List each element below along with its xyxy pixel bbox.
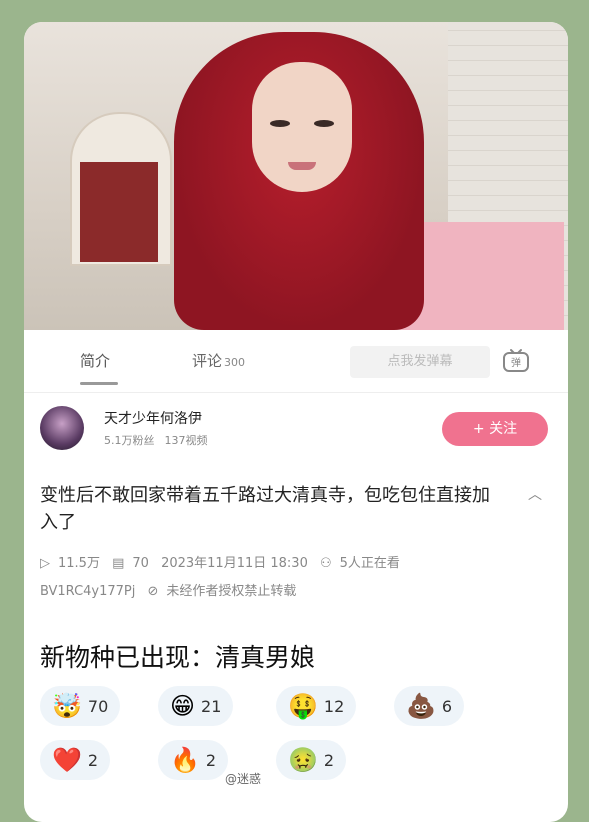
publish-datetime: 2023年11月11日 18:30 bbox=[161, 556, 308, 571]
svg-text:弹: 弹 bbox=[511, 356, 521, 369]
red-heart-icon: ❤️ bbox=[52, 746, 82, 774]
money-face-icon: 🤑 bbox=[288, 692, 318, 720]
right-eye bbox=[314, 120, 334, 127]
danmaku-count: 70 bbox=[132, 556, 149, 571]
fire-icon: 🔥 bbox=[170, 746, 200, 774]
tab-comments-label: 评论 bbox=[192, 352, 223, 370]
reaction-count: 70 bbox=[87, 696, 109, 716]
person bbox=[174, 22, 424, 330]
follow-button[interactable]: + 关注 bbox=[442, 412, 548, 446]
left-eye bbox=[270, 120, 290, 127]
tab-active-indicator bbox=[80, 382, 118, 385]
reaction-count: 2 bbox=[323, 750, 335, 770]
nauseated-face-icon: 🤢 bbox=[288, 746, 318, 774]
author-stats: 5.1万粉丝 137视频 bbox=[104, 432, 218, 448]
face bbox=[252, 62, 352, 192]
tab-comments[interactable]: 评论 300 bbox=[192, 350, 245, 371]
video-id-row: BV1RC4y177Pj ⊘ 未经作者授权禁止转载 bbox=[40, 580, 304, 599]
video-meta-row: ▷ 11.5万 ▤ 70 2023年11月11日 18:30 ⚇ 5人正在看 bbox=[40, 552, 408, 571]
tab-bar: 简介 评论 300 点我发弹幕 弹 bbox=[24, 332, 568, 393]
danmaku-icon: ▤ bbox=[112, 556, 125, 571]
mouth bbox=[288, 162, 316, 170]
video-title: 变性后不敢回家带着五千路过大清真寺，包吃包住直接加入了 bbox=[40, 485, 490, 533]
reaction-count: 12 bbox=[323, 696, 345, 716]
post-caption: 新物种已出现：清真男娘 bbox=[40, 643, 316, 672]
reaction-poo[interactable]: 💩 6 bbox=[394, 686, 465, 726]
copyright-note: 未经作者授权禁止转载 bbox=[166, 584, 297, 599]
reaction-red-heart[interactable]: ❤️ 2 bbox=[40, 740, 111, 780]
collapse-chevron-icon[interactable]: ︿ bbox=[528, 484, 542, 504]
danmaku-toggle-icon[interactable]: 弹 bbox=[502, 348, 530, 374]
author-video-count: 137视频 bbox=[164, 434, 208, 447]
video-bvid: BV1RC4y177Pj bbox=[40, 584, 136, 599]
reaction-nauseated-face[interactable]: 🤢 2 bbox=[276, 740, 347, 780]
reaction-count: 6 bbox=[441, 696, 453, 716]
reaction-exploding-head[interactable]: 🤯 70 bbox=[40, 686, 121, 726]
poo-icon: 💩 bbox=[406, 692, 436, 720]
reaction-count: 21 bbox=[201, 696, 222, 716]
reaction-fire[interactable]: 🔥 2 bbox=[158, 740, 229, 780]
author-name[interactable]: 天才少年何洛伊 bbox=[104, 408, 202, 428]
reaction-count: 2 bbox=[87, 750, 99, 770]
author-followers: 5.1万粉丝 bbox=[104, 434, 155, 447]
play-icon: ▷ bbox=[40, 556, 50, 571]
exploding-head-icon: 🤯 bbox=[52, 692, 82, 720]
watermark: @迷惑 bbox=[225, 772, 262, 786]
tab-intro[interactable]: 简介 bbox=[80, 350, 110, 371]
mosque-door bbox=[80, 162, 158, 262]
author-avatar[interactable] bbox=[40, 406, 84, 450]
reaction-count: 2 bbox=[205, 750, 217, 770]
video-player[interactable] bbox=[24, 22, 568, 330]
view-count: 11.5万 bbox=[58, 556, 100, 571]
post-card: 简介 评论 300 点我发弹幕 弹 天才少年何洛伊 5.1万粉丝 137视频 + 关… bbox=[24, 22, 568, 822]
watching-count: 5人正在看 bbox=[339, 556, 400, 571]
reaction-money-face[interactable]: 🤑 12 bbox=[276, 686, 357, 726]
reaction-grinning-face[interactable]: 😁 21 bbox=[158, 686, 234, 726]
danmaku-input[interactable]: 点我发弹幕 bbox=[350, 346, 490, 378]
tab-comments-count: 300 bbox=[224, 356, 246, 369]
viewers-icon: ⚇ bbox=[319, 556, 332, 571]
grinning-face-icon: 😁 bbox=[170, 692, 196, 720]
no-repost-icon: ⊘ bbox=[147, 584, 159, 599]
